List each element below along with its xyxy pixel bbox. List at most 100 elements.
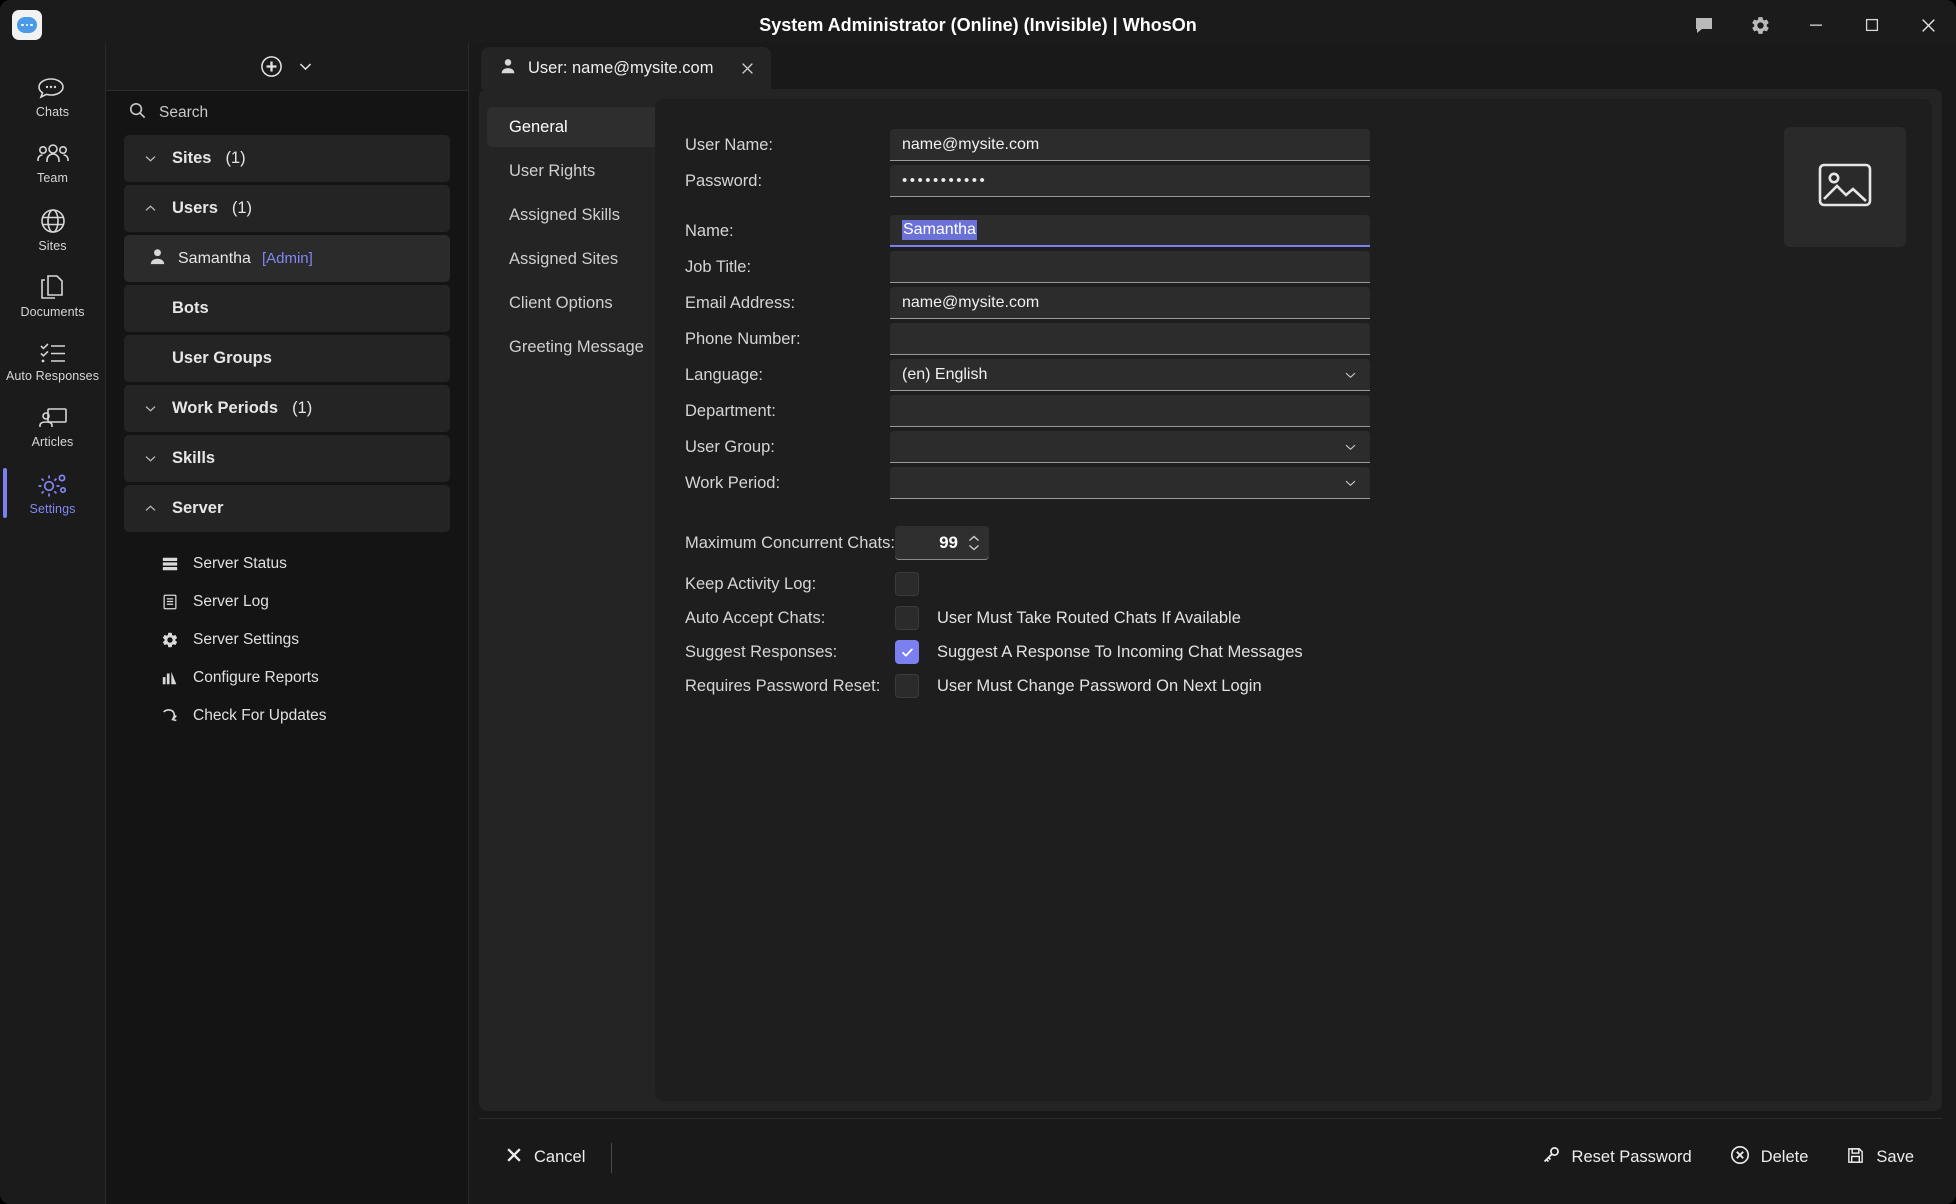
tree-toolbar bbox=[106, 43, 468, 91]
department-input[interactable] bbox=[890, 395, 1370, 427]
field-label: Language: bbox=[685, 365, 763, 384]
divider bbox=[611, 1142, 613, 1173]
globe-icon bbox=[38, 206, 68, 236]
refresh-icon bbox=[160, 707, 180, 725]
keep-activity-log-checkbox[interactable] bbox=[895, 572, 919, 596]
name-input[interactable]: Samantha bbox=[890, 215, 1370, 247]
team-icon bbox=[36, 142, 70, 168]
tab-label: General bbox=[509, 117, 568, 136]
chevron-down-icon[interactable] bbox=[297, 58, 314, 75]
sidebar-item-label: Settings bbox=[29, 501, 76, 516]
search-input[interactable]: Search bbox=[106, 91, 468, 135]
tree-item-configure-reports[interactable]: Configure Reports bbox=[124, 659, 450, 697]
cancel-button[interactable]: Cancel bbox=[493, 1138, 597, 1177]
field-row-job-title: Job Title: bbox=[685, 249, 1902, 285]
tree-node-server[interactable]: Server bbox=[124, 485, 450, 532]
user-group-select[interactable] bbox=[890, 431, 1370, 463]
tree-node-bots[interactable]: Bots bbox=[124, 285, 450, 332]
sidebar-item-chats[interactable]: Chats bbox=[0, 64, 105, 130]
tab-client-options[interactable]: Client Options bbox=[487, 283, 667, 323]
close-icon[interactable] bbox=[740, 61, 755, 76]
sidebar-item-auto-responses[interactable]: Auto Responses bbox=[0, 328, 105, 394]
field-label: Phone Number: bbox=[685, 329, 801, 348]
field-row-user-group: User Group: bbox=[685, 429, 1902, 465]
tree-item-server-settings[interactable]: Server Settings bbox=[124, 621, 450, 659]
user-name-input[interactable]: name@mysite.com bbox=[890, 129, 1370, 161]
tab-greeting-message[interactable]: Greeting Message bbox=[487, 327, 667, 367]
quantity-stepper[interactable]: 99 bbox=[895, 526, 989, 560]
admin-badge: [Admin] bbox=[261, 250, 313, 267]
server-icon bbox=[160, 555, 180, 573]
job-title-input[interactable] bbox=[890, 251, 1370, 283]
button-label: Save bbox=[1876, 1148, 1914, 1166]
tab-assigned-sites[interactable]: Assigned Sites bbox=[487, 239, 667, 279]
chevron-down-icon bbox=[142, 151, 158, 166]
save-button[interactable]: Save bbox=[1834, 1138, 1926, 1178]
user-icon bbox=[148, 247, 167, 271]
delete-button[interactable]: Delete bbox=[1718, 1137, 1821, 1178]
email-address-input[interactable]: name@mysite.com bbox=[890, 287, 1370, 319]
avatar[interactable] bbox=[1784, 127, 1906, 247]
field-row-name: Name: Samantha bbox=[685, 213, 1902, 249]
document-tab-user[interactable]: User: name@mysite.com bbox=[481, 47, 772, 89]
field-value: name@mysite.com bbox=[902, 293, 1040, 311]
sidebar-item-articles[interactable]: Articles bbox=[0, 394, 105, 460]
add-circle-icon[interactable] bbox=[260, 55, 283, 78]
chevron-down-icon bbox=[142, 451, 158, 466]
sidebar-item-label: Documents bbox=[20, 304, 85, 319]
tree-list: Sites (1) Users (1) Samantha [Admin] Bot bbox=[106, 135, 468, 735]
field-value: Samantha bbox=[902, 220, 977, 240]
search-placeholder: Search bbox=[159, 104, 209, 121]
field-label: Requires Password Reset: bbox=[685, 676, 881, 695]
tab-label: Assigned Sites bbox=[509, 249, 619, 268]
requires-password-reset-checkbox[interactable] bbox=[895, 674, 919, 698]
editor-action-bar: Cancel Reset Password Delete Save bbox=[479, 1118, 1942, 1196]
field-row-requires-password-reset: Requires Password Reset: User Must Chang… bbox=[685, 669, 1902, 703]
document-tab-label: User: name@mysite.com bbox=[528, 58, 714, 77]
tree-node-sites[interactable]: Sites (1) bbox=[124, 135, 450, 182]
stepper-arrows[interactable] bbox=[967, 534, 981, 552]
sidebar-item-documents[interactable]: Documents bbox=[0, 262, 105, 328]
log-icon bbox=[160, 593, 180, 611]
tree-node-label: Sites bbox=[172, 149, 212, 167]
tree-item-server-log[interactable]: Server Log bbox=[124, 583, 450, 621]
field-label: Suggest Responses: bbox=[685, 642, 838, 661]
chevron-down-icon bbox=[1343, 367, 1358, 382]
tree-node-skills[interactable]: Skills bbox=[124, 435, 450, 482]
tree-item-label: Check For Updates bbox=[193, 707, 327, 724]
tree-item-check-for-updates[interactable]: Check For Updates bbox=[124, 697, 450, 735]
sidebar-item-settings[interactable]: Settings bbox=[0, 460, 105, 526]
language-select[interactable]: (en) English bbox=[890, 359, 1370, 391]
primary-navigation-rail: Chats Team Sites Documents Auto Response… bbox=[0, 50, 105, 1204]
tree-item-server-status[interactable]: Server Status bbox=[124, 545, 450, 583]
field-row-phone-number: Phone Number: bbox=[685, 321, 1902, 357]
tree-node-user-groups[interactable]: User Groups bbox=[124, 335, 450, 382]
sidebar-item-sites[interactable]: Sites bbox=[0, 196, 105, 262]
auto-accept-chats-checkbox[interactable] bbox=[895, 606, 919, 630]
tree-node-work-periods[interactable]: Work Periods (1) bbox=[124, 385, 450, 432]
tab-assigned-skills[interactable]: Assigned Skills bbox=[487, 195, 667, 235]
tree-item-user-samantha[interactable]: Samantha [Admin] bbox=[124, 235, 450, 282]
chevron-up-icon bbox=[142, 201, 158, 216]
sidebar-item-label: Auto Responses bbox=[5, 368, 100, 383]
field-label: Password: bbox=[685, 171, 763, 190]
sidebar-item-team[interactable]: Team bbox=[0, 130, 105, 196]
password-input[interactable]: ••••••••••• bbox=[890, 165, 1370, 197]
field-row-work-period: Work Period: bbox=[685, 465, 1902, 501]
work-period-select[interactable] bbox=[890, 467, 1370, 499]
tree-node-users[interactable]: Users (1) bbox=[124, 185, 450, 232]
tab-user-rights[interactable]: User Rights bbox=[487, 151, 667, 191]
tab-general[interactable]: General bbox=[487, 107, 667, 147]
field-label: User Name: bbox=[685, 135, 774, 154]
suggest-responses-checkbox[interactable] bbox=[895, 640, 919, 664]
field-label: Department: bbox=[685, 401, 776, 420]
user-icon bbox=[499, 57, 517, 80]
tree-node-label: Server bbox=[172, 499, 224, 517]
field-row-auto-accept-chats: Auto Accept Chats: User Must Take Routed… bbox=[685, 601, 1902, 635]
phone-number-input[interactable] bbox=[890, 323, 1370, 355]
general-form-card: User Name: name@mysite.com Password: •••… bbox=[655, 99, 1932, 1101]
app-logo-icon bbox=[12, 10, 42, 40]
tree-item-label: Server Settings bbox=[193, 631, 299, 648]
reset-password-button[interactable]: Reset Password bbox=[1529, 1137, 1704, 1178]
tree-node-count: (1) bbox=[292, 399, 313, 417]
